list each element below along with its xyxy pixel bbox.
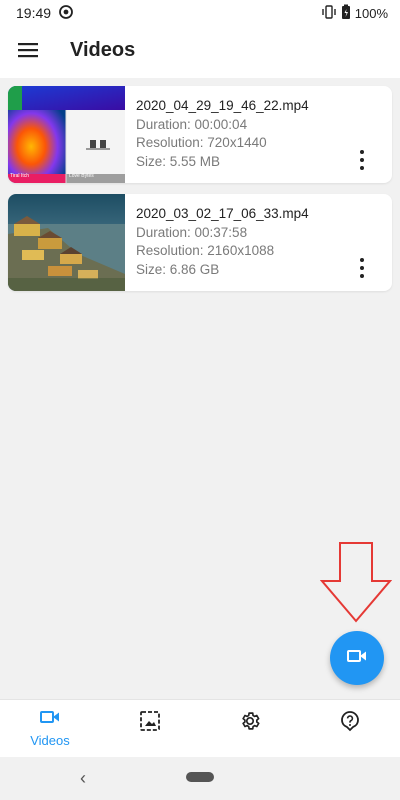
home-pill[interactable]	[186, 772, 214, 782]
more-vert-icon	[360, 150, 364, 154]
bottom-navigation: Videos	[0, 699, 400, 758]
video-info: 2020_03_02_17_06_33.mp4 Duration: 00:37:…	[136, 205, 309, 279]
menu-button[interactable]	[14, 38, 42, 66]
videocam-icon	[347, 649, 367, 668]
videocam-icon	[40, 710, 60, 729]
system-navigation-bar: ‹	[0, 757, 400, 800]
back-icon[interactable]: ‹	[80, 768, 86, 789]
video-thumbnail	[8, 194, 125, 291]
nav-videos-label: Videos	[30, 733, 70, 748]
video-card[interactable]: Tiral Itch Love Bytes 2020_04_29_19_46_2…	[8, 86, 392, 183]
status-bar: 19:49 100%	[0, 0, 400, 26]
video-duration: Duration: 00:00:04	[136, 116, 248, 132]
battery-percent: 100%	[354, 6, 388, 21]
video-filename: 2020_04_29_19_46_22.mp4	[136, 98, 309, 113]
annotation-arrow	[319, 541, 393, 628]
image-icon	[139, 710, 161, 737]
app-bar: Videos	[0, 26, 400, 78]
gear-icon	[239, 710, 261, 737]
record-video-button[interactable]	[330, 631, 384, 685]
more-vert-icon	[360, 258, 364, 262]
video-card[interactable]: 2020_03_02_17_06_33.mp4 Duration: 00:37:…	[8, 194, 392, 291]
thumb-caption-left: Tiral Itch	[10, 173, 29, 179]
nav-settings[interactable]	[200, 700, 300, 758]
video-resolution: Resolution: 2160x1088	[136, 243, 275, 258]
help-icon	[339, 710, 361, 737]
screen-record-icon	[58, 4, 74, 23]
video-duration: Duration: 00:37:58	[136, 224, 248, 240]
more-options-button[interactable]	[354, 258, 370, 278]
video-info: 2020_04_29_19_46_22.mp4 Duration: 00:00:…	[136, 97, 309, 171]
video-resolution: Resolution: 720x1440	[136, 135, 267, 150]
nav-help[interactable]	[300, 700, 400, 758]
page-title: Videos	[70, 39, 136, 61]
nav-videos[interactable]: Videos	[0, 700, 100, 758]
video-filename: 2020_03_02_17_06_33.mp4	[136, 206, 309, 221]
video-thumbnail: Tiral Itch Love Bytes	[8, 86, 125, 183]
battery-icon	[341, 4, 351, 23]
hamburger-icon	[18, 42, 38, 63]
video-size: Size: 6.86 GB	[136, 261, 220, 277]
thumb-caption-right: Love Bytes	[69, 173, 94, 179]
vibrate-icon	[321, 4, 337, 23]
video-size: Size: 5.55 MB	[136, 153, 221, 169]
nav-gallery[interactable]	[100, 700, 200, 758]
status-time: 19:49	[16, 5, 52, 21]
more-options-button[interactable]	[354, 150, 370, 170]
